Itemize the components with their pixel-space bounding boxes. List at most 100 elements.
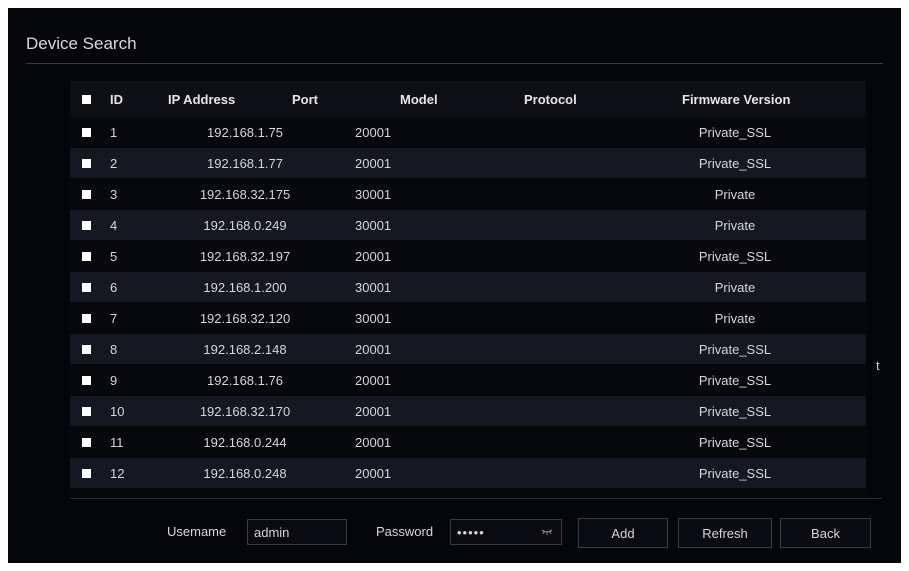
cell-ip: 192.168.0.244 — [203, 434, 287, 450]
username-label: Usemame — [167, 524, 227, 539]
login-bar: Usemame admin Password ••••• Add Refresh… — [8, 518, 901, 548]
row-checkbox[interactable] — [82, 282, 91, 292]
cell-protocol: Private — [714, 310, 756, 326]
table-divider — [70, 498, 882, 499]
cell-ip: 192.168.1.75 — [207, 124, 283, 140]
table-row[interactable]: 2 192.168.1.77 20001 Private_SSL — [70, 148, 866, 178]
cell-ip: 192.168.1.77 — [207, 155, 283, 171]
row-checkbox[interactable] — [82, 189, 91, 199]
table-row[interactable]: 1 192.168.1.75 20001 Private_SSL — [70, 117, 866, 147]
select-all-checkbox[interactable] — [82, 94, 91, 104]
cell-port: 30001 — [355, 217, 392, 233]
cell-ip: 192.168.1.200 — [203, 279, 287, 295]
table-row[interactable]: 3 192.168.32.175 30001 Private — [70, 179, 866, 209]
cell-id: 7 — [110, 310, 118, 326]
cell-id: 4 — [110, 217, 118, 233]
header-id[interactable]: ID — [110, 81, 123, 117]
username-field[interactable]: admin — [247, 519, 347, 545]
cell-port: 30001 — [355, 279, 392, 295]
row-checkbox-cell[interactable] — [82, 272, 91, 302]
row-checkbox[interactable] — [82, 344, 91, 354]
cell-port: 20001 — [355, 434, 392, 450]
cell-id: 6 — [110, 279, 118, 295]
table-row[interactable]: 6 192.168.1.200 30001 Private — [70, 272, 866, 302]
cell-protocol: Private_SSL — [698, 403, 772, 419]
row-checkbox-cell[interactable] — [82, 210, 91, 240]
firmware-row-8: t — [876, 358, 880, 373]
row-checkbox-cell[interactable] — [82, 303, 91, 333]
row-checkbox[interactable] — [82, 437, 91, 447]
row-checkbox-cell[interactable] — [82, 179, 91, 209]
header-firmware[interactable]: Firmware Version — [682, 81, 790, 117]
cell-port: 20001 — [355, 341, 392, 357]
cell-protocol: Private_SSL — [698, 372, 772, 388]
table-header: ID IP Address Port Model Protocol Firmwa… — [70, 81, 866, 117]
select-all-checkbox-cell[interactable] — [82, 81, 91, 117]
cell-port: 30001 — [355, 186, 392, 202]
row-checkbox-cell[interactable] — [82, 396, 91, 426]
cell-port: 20001 — [355, 248, 392, 264]
back-button[interactable]: Back — [780, 518, 871, 548]
cell-port: 20001 — [355, 155, 392, 171]
cell-ip: 192.168.32.170 — [199, 403, 291, 419]
cell-ip: 192.168.2.148 — [203, 341, 287, 357]
row-checkbox-cell[interactable] — [82, 427, 91, 457]
table-row[interactable]: 12 192.168.0.248 20001 Private_SSL — [70, 458, 866, 488]
cell-id: 5 — [110, 248, 118, 264]
table-row[interactable]: 10 192.168.32.170 20001 Private_SSL — [70, 396, 866, 426]
title-divider — [26, 63, 883, 64]
refresh-button[interactable]: Refresh — [678, 518, 772, 548]
device-table[interactable]: ID IP Address Port Model Protocol Firmwa… — [70, 81, 866, 498]
dialog-title: Device Search — [26, 34, 137, 53]
table-row[interactable]: 7 192.168.32.120 30001 Private — [70, 303, 866, 333]
cell-protocol: Private — [714, 279, 756, 295]
password-label: Password — [376, 524, 434, 539]
header-model[interactable]: Model — [400, 81, 438, 117]
row-checkbox[interactable] — [82, 251, 91, 261]
row-checkbox[interactable] — [82, 127, 91, 137]
table-row[interactable]: 5 192.168.32.197 20001 Private_SSL — [70, 241, 866, 271]
row-checkbox[interactable] — [82, 220, 91, 230]
cell-protocol: Private — [714, 217, 756, 233]
table-row[interactable]: 9 192.168.1.76 20001 Private_SSL — [70, 365, 866, 395]
cell-protocol: Private_SSL — [698, 124, 772, 140]
cell-ip: 192.168.0.249 — [203, 217, 287, 233]
table-row[interactable]: 11 192.168.0.244 20001 Private_SSL — [70, 427, 866, 457]
header-ip[interactable]: IP Address — [168, 81, 235, 117]
cell-protocol: Private_SSL — [698, 155, 772, 171]
row-checkbox-cell[interactable] — [82, 241, 91, 271]
row-checkbox[interactable] — [82, 375, 91, 385]
row-checkbox-cell[interactable] — [82, 334, 91, 364]
password-value: ••••• — [457, 524, 485, 540]
row-checkbox[interactable] — [82, 468, 91, 478]
cell-port: 20001 — [355, 403, 392, 419]
cell-protocol: Private_SSL — [698, 341, 772, 357]
row-checkbox-cell[interactable] — [82, 458, 91, 488]
cell-protocol: Private_SSL — [698, 434, 772, 450]
row-checkbox[interactable] — [82, 158, 91, 168]
row-checkbox-cell[interactable] — [82, 148, 91, 178]
header-protocol[interactable]: Protocol — [524, 81, 577, 117]
cell-id: 1 — [110, 124, 118, 140]
table-row[interactable]: 4 192.168.0.249 30001 Private — [70, 210, 866, 240]
header-port[interactable]: Port — [292, 81, 318, 117]
cell-id: 8 — [110, 341, 118, 357]
cell-ip: 192.168.0.248 — [203, 465, 287, 481]
cell-ip: 192.168.32.120 — [199, 310, 291, 326]
table-row[interactable]: 8 192.168.2.148 20001 Private_SSL — [70, 334, 866, 364]
cell-protocol: Private_SSL — [698, 465, 772, 481]
cell-protocol: Private — [714, 186, 756, 202]
row-checkbox-cell[interactable] — [82, 117, 91, 147]
cell-protocol: Private_SSL — [698, 248, 772, 264]
cell-ip: 192.168.1.76 — [207, 372, 283, 388]
cell-port: 20001 — [355, 124, 392, 140]
add-button[interactable]: Add — [578, 518, 668, 548]
cell-id: 9 — [110, 372, 118, 388]
eye-closed-icon[interactable] — [541, 528, 553, 536]
device-search-dialog: Device Search ID IP Address Port Model P… — [8, 8, 901, 563]
row-checkbox-cell[interactable] — [82, 365, 91, 395]
row-checkbox[interactable] — [82, 313, 91, 323]
row-checkbox[interactable] — [82, 406, 91, 416]
cell-ip: 192.168.32.197 — [199, 248, 291, 264]
cell-id: 2 — [110, 155, 118, 171]
